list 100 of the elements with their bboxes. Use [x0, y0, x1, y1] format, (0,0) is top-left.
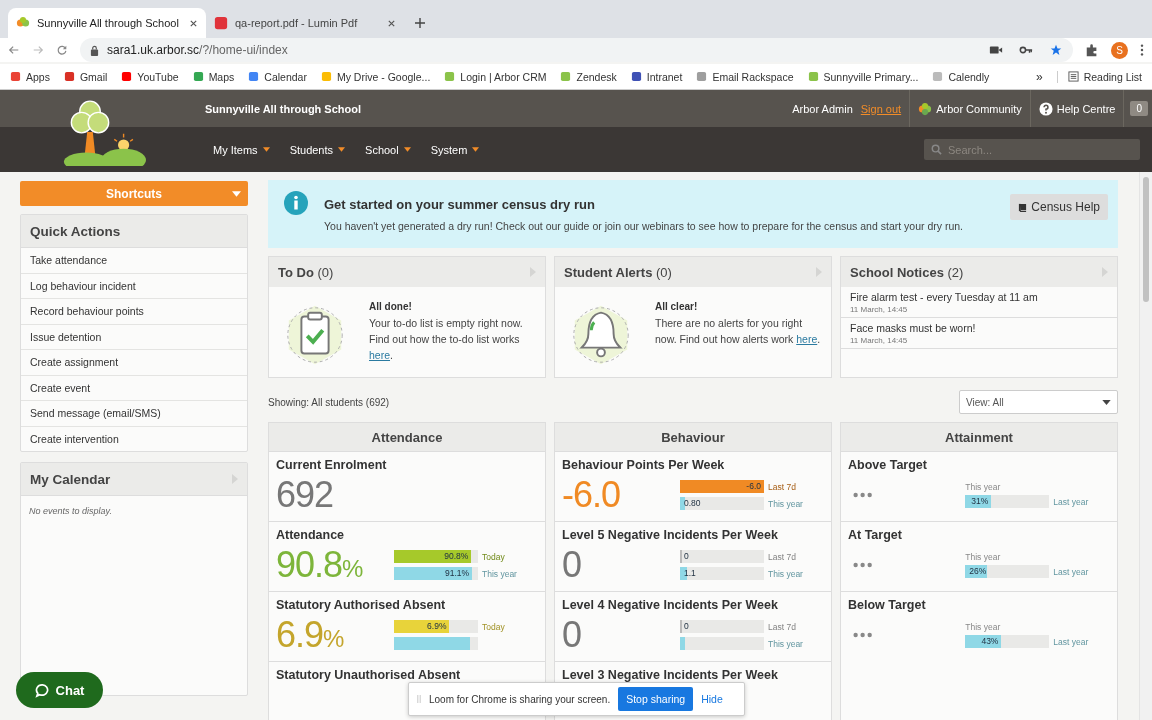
- bookmark[interactable]: Gmail: [63, 70, 108, 83]
- new-tab-icon[interactable]: [414, 17, 426, 29]
- metric-value: 692: [276, 477, 335, 513]
- bookmark[interactable]: YouTube: [121, 70, 179, 83]
- metric-value: -6.0: [562, 477, 622, 513]
- bar-value: 43%: [981, 635, 1000, 648]
- stop-sharing-button[interactable]: Stop sharing: [618, 687, 694, 711]
- site-icon: [214, 16, 228, 30]
- speech-bubble-icon: [34, 682, 50, 698]
- quick-action-link[interactable]: Create event: [21, 375, 247, 401]
- bar-value: 90.8%: [444, 550, 470, 563]
- site-icon: [192, 71, 204, 82]
- dots-icon: [853, 562, 873, 568]
- menu-icon[interactable]: [1140, 43, 1144, 57]
- metric-title[interactable]: At Target: [848, 528, 1110, 542]
- metric-title[interactable]: Statutory Unauthorised Absent: [276, 668, 538, 682]
- tile-header: Attendance: [269, 423, 545, 451]
- notice-title[interactable]: Fire alarm test - every Tuesday at 11 am: [850, 291, 1108, 303]
- address-bar[interactable]: sara1.uk.arbor.sc/?/home-ui/index: [80, 38, 1073, 62]
- user-name: Arbor Admin: [792, 102, 853, 115]
- metric-title[interactable]: Below Target: [848, 598, 1110, 612]
- back-icon[interactable]: [8, 44, 20, 56]
- key-icon[interactable]: [1019, 44, 1033, 56]
- caret-icon: [1102, 399, 1111, 405]
- quick-action-link[interactable]: Create assignment: [21, 350, 247, 376]
- quick-action-link[interactable]: Take attendance: [21, 248, 247, 274]
- hide-link[interactable]: Hide: [701, 693, 723, 705]
- scrollbar-thumb[interactable]: [1143, 177, 1149, 302]
- browser-tab[interactable]: qa-report.pdf - Lumin Pdf: [206, 8, 404, 38]
- bar-label: Today: [482, 621, 505, 632]
- site-icon: [121, 71, 133, 82]
- chat-button[interactable]: Chat: [16, 672, 103, 708]
- quick-action-link[interactable]: Log behaviour incident: [21, 273, 247, 299]
- grip-icon[interactable]: [417, 694, 421, 704]
- search-icon: [931, 144, 942, 155]
- metric-title[interactable]: Behaviour Points Per Week: [562, 458, 824, 472]
- site-icon: [696, 71, 708, 82]
- nav-menu[interactable]: School: [365, 143, 411, 156]
- notice-title[interactable]: Face masks must be worn!: [850, 322, 1108, 334]
- close-icon[interactable]: [189, 18, 198, 28]
- quick-action-link[interactable]: Record behaviour points: [21, 299, 247, 325]
- bookmark[interactable]: Calendar: [248, 70, 307, 83]
- bar-value: 0: [684, 550, 689, 563]
- reload-icon[interactable]: [56, 44, 68, 56]
- nav-menu[interactable]: My Items: [213, 143, 270, 156]
- bookmark[interactable]: Email Rackspace: [696, 70, 794, 83]
- site-icon: [560, 71, 572, 82]
- quick-action-link[interactable]: Send message (email/SMS): [21, 401, 247, 427]
- bar-value: 6.9%: [427, 620, 448, 633]
- metric-title[interactable]: Level 3 Negative Incidents Per Week: [562, 668, 824, 682]
- star-icon[interactable]: [1049, 44, 1063, 56]
- metric-title[interactable]: Current Enrolment: [276, 458, 538, 472]
- metric-title[interactable]: Attendance: [276, 528, 538, 542]
- view-dropdown[interactable]: View: All: [959, 390, 1118, 414]
- bookmark[interactable]: Calendly: [932, 70, 990, 83]
- bookmark[interactable]: Sunnyville Primary...: [807, 70, 919, 83]
- tile-header: Behaviour: [555, 423, 831, 451]
- site-icon: [932, 71, 944, 82]
- site-icon: [444, 71, 456, 82]
- panel-title: My Calendar: [30, 471, 111, 487]
- bar-value: 0.80: [684, 497, 701, 510]
- quick-action-link[interactable]: Issue detention: [21, 324, 247, 350]
- bar-label: Last year: [1053, 566, 1089, 577]
- puzzle-icon[interactable]: [1085, 43, 1099, 57]
- metric-value: 90.8%: [276, 547, 364, 583]
- nav-menu[interactable]: System: [430, 143, 480, 156]
- here-link[interactable]: here: [369, 349, 390, 361]
- book-icon: [1018, 202, 1028, 212]
- caret-icon: [338, 147, 346, 152]
- bookmark[interactable]: Maps: [192, 70, 235, 83]
- bar-value: -6.0: [746, 480, 762, 493]
- bookmark[interactable]: Zendesk: [560, 70, 617, 83]
- sharing-message: Loom for Chrome is sharing your screen.: [429, 693, 611, 705]
- more-bookmarks[interactable]: »: [1035, 69, 1043, 84]
- bar-label: This year: [482, 568, 517, 579]
- metric-title[interactable]: Above Target: [848, 458, 1110, 472]
- metric-title[interactable]: Level 4 Negative Incidents Per Week: [562, 598, 824, 612]
- metric-title[interactable]: Level 5 Negative Incidents Per Week: [562, 528, 824, 542]
- showing-label: Showing: All students (692): [268, 396, 390, 408]
- info-icon: [284, 191, 308, 215]
- list-icon: [1067, 71, 1079, 82]
- site-icon: [320, 71, 332, 82]
- site-icon: [630, 71, 642, 82]
- camera-icon[interactable]: [989, 44, 1003, 56]
- quick-action-link[interactable]: Create intervention: [21, 426, 247, 451]
- card-heading: All done!: [369, 301, 413, 312]
- metric-title[interactable]: Statutory Authorised Absent: [276, 598, 538, 612]
- bar-label: Today: [482, 551, 505, 562]
- close-icon[interactable]: [387, 18, 396, 28]
- bar-value: 31%: [971, 495, 990, 508]
- bookmark[interactable]: Apps: [10, 70, 50, 83]
- reading-list[interactable]: Reading List: [1056, 70, 1142, 83]
- metric-value: 6.9%: [276, 617, 345, 653]
- nav-menu[interactable]: Students: [289, 143, 346, 156]
- bookmark[interactable]: Intranet: [630, 70, 683, 83]
- bookmark[interactable]: Login | Arbor CRM: [444, 70, 547, 83]
- browser-tab[interactable]: Sunnyville All through School: [8, 8, 206, 38]
- bookmark[interactable]: My Drive - Google...: [320, 70, 431, 83]
- census-help-button[interactable]: Census Help: [1010, 194, 1108, 220]
- notice-time: 11 March, 14:45: [850, 305, 909, 314]
